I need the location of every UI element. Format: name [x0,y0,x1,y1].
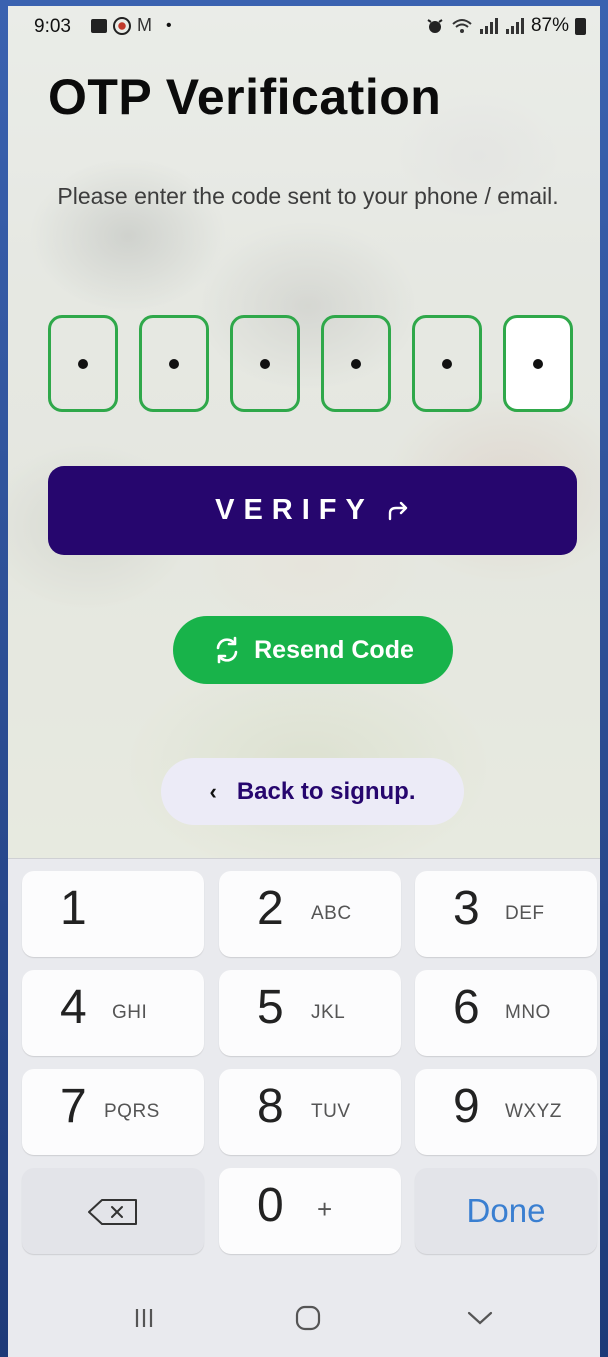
otp-mask-dot [260,358,270,369]
page-title: OTP Verification [48,69,442,125]
key-letters: MNO [505,1002,551,1023]
backspace-key[interactable] [22,1168,204,1254]
backspace-icon [88,1199,137,1225]
status-time: 9:03 [34,16,71,37]
key-letters: ABC [311,903,352,924]
key-0[interactable]: 0 + [219,1168,401,1254]
otp-digit-3[interactable] [230,315,300,412]
key-2[interactable]: 2 ABC [219,871,401,957]
otp-screen: OTP Verification Please enter the code s… [8,6,600,858]
system-icons: 87% [425,15,586,37]
chevron-down-icon [467,1311,493,1325]
back-to-signup-button[interactable]: ‹ Back to signup. [161,758,464,825]
key-number: 6 [453,981,480,1034]
signal-icon-2 [505,18,524,34]
record-icon [113,16,131,35]
verify-label: VERIFY [215,494,374,526]
done-label: Done [466,1192,546,1229]
otp-mask-dot [442,358,452,369]
wifi-icon [452,19,472,33]
phone-screen: 9:03 M • 87% OTP Verification Please ent… [8,6,600,1357]
signal-icon [479,18,498,34]
otp-digit-6[interactable] [503,315,573,412]
key-letters: DEF [505,903,545,924]
gmail-icon: M [137,15,152,35]
key-number: 8 [257,1080,284,1133]
key-letters: JKL [311,1002,346,1023]
key-number: 1 [60,882,87,935]
key-number: 7 [60,1080,87,1133]
back-nav-button[interactable] [460,1300,500,1336]
key-number: 3 [453,882,480,935]
otp-mask-dot [533,358,543,369]
otp-digit-2[interactable] [139,315,209,412]
home-button[interactable] [288,1300,328,1336]
page-subtitle: Please enter the code sent to your phone… [57,183,559,209]
back-to-signup-label: Back to signup. [236,777,416,805]
key-6[interactable]: 6 MNO [415,970,597,1056]
key-5[interactable]: 5 JKL [219,970,401,1056]
key-3[interactable]: 3 DEF [415,871,597,957]
otp-mask-dot [351,358,361,369]
notification-icons: M • [91,15,172,36]
otp-digit-5[interactable] [412,315,482,412]
key-number: 4 [60,981,87,1034]
recent-apps-button[interactable] [124,1300,164,1336]
otp-mask-dot [169,358,179,369]
key-letters: TUV [311,1101,351,1122]
otp-mask-dot [78,358,88,369]
numeric-keyboard: 1 2 ABC 3 DEF 4 GHI 5 JKL 6 MNO 7 PQRS 8… [8,858,600,1279]
alarm-icon [427,19,443,33]
otp-input-row [48,315,578,415]
chevron-left-icon: ‹ [209,778,217,804]
key-1[interactable]: 1 [22,871,204,957]
key-number: 2 [257,882,284,935]
gallery-icon [91,18,107,33]
otp-digit-4[interactable] [321,315,391,412]
battery-percent: 87% [530,15,569,36]
dot-icon: • [166,16,172,34]
verify-button[interactable]: VERIFY [48,466,577,555]
device-frame-right [600,0,608,1357]
key-number: 9 [453,1080,480,1133]
home-icon [295,1305,321,1331]
key-letters: + [317,1194,333,1224]
battery-icon [575,17,586,35]
otp-digit-1[interactable] [48,315,118,412]
resend-label: Resend Code [254,635,414,664]
done-key[interactable]: Done [415,1168,597,1254]
key-9[interactable]: 9 WXYZ [415,1069,597,1155]
recent-apps-icon [135,1309,153,1327]
key-7[interactable]: 7 PQRS [22,1069,204,1155]
key-letters: GHI [112,1002,148,1023]
key-number: 5 [257,981,284,1034]
key-letters: WXYZ [505,1101,562,1122]
key-number: 0 [257,1179,284,1232]
system-nav-bar [8,1278,600,1357]
key-4[interactable]: 4 GHI [22,970,204,1056]
key-letters: PQRS [104,1101,160,1122]
refresh-icon [216,636,238,664]
device-frame-left [0,0,8,1357]
status-bar: 9:03 M • 87% [8,6,600,48]
forward-arrow-icon [388,501,408,520]
key-8[interactable]: 8 TUV [219,1069,401,1155]
resend-code-button[interactable]: Resend Code [173,616,453,684]
